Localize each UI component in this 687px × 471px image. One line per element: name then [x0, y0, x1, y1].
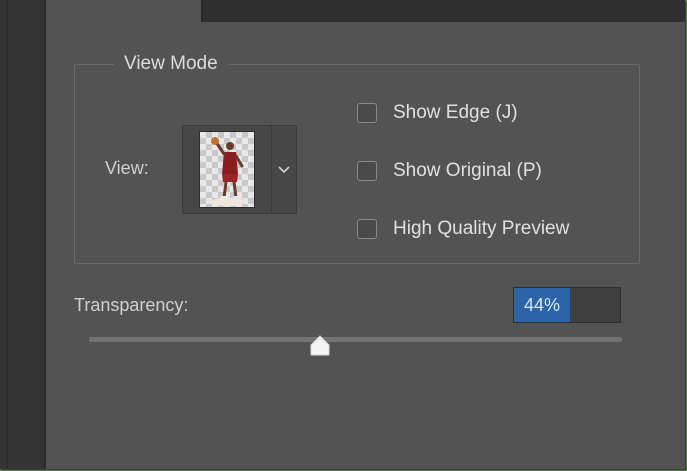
transparency-label: Transparency:: [74, 295, 189, 315]
tab-active[interactable]: [46, 0, 203, 22]
high-quality-preview-label: High Quality Preview: [393, 218, 570, 239]
transparency-slider[interactable]: [89, 337, 622, 342]
view-mode-dropdown[interactable]: [182, 125, 297, 214]
view-label: View:: [105, 158, 149, 178]
show-original-option[interactable]: Show Original (P): [357, 158, 542, 184]
transparency-input[interactable]: 44%: [513, 287, 621, 323]
left-toolbar-strip: [0, 0, 46, 469]
show-edge-label: Show Edge (J): [393, 102, 518, 123]
show-edge-option[interactable]: Show Edge (J): [357, 100, 518, 126]
transparency-value: 44%: [514, 288, 571, 322]
divider: [6, 0, 8, 469]
view-thumbnail: [199, 131, 255, 208]
chevron-down-icon: [278, 165, 290, 173]
high-quality-preview-checkbox[interactable]: [357, 219, 377, 239]
view-mode-title: View Mode: [114, 52, 228, 76]
slider-thumb-icon[interactable]: [307, 334, 333, 358]
dropdown-toggle[interactable]: [272, 126, 296, 213]
show-original-label: Show Original (P): [393, 160, 542, 181]
show-edge-checkbox[interactable]: [357, 103, 377, 123]
high-quality-preview-option[interactable]: High Quality Preview: [357, 216, 569, 242]
player-image: [210, 137, 246, 206]
show-original-checkbox[interactable]: [357, 161, 377, 181]
